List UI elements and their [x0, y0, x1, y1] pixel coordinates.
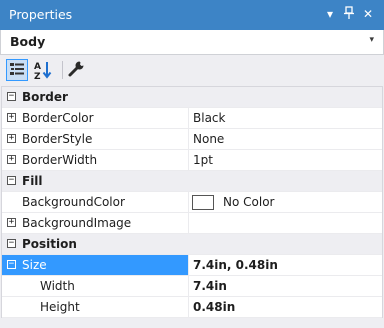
- svg-text:Z: Z: [34, 72, 41, 81]
- expand-icon[interactable]: +: [7, 134, 16, 143]
- collapse-icon[interactable]: −: [7, 176, 16, 185]
- expand-icon[interactable]: +: [7, 155, 16, 164]
- property-name: BorderStyle: [22, 132, 93, 146]
- collapse-icon[interactable]: −: [7, 260, 16, 269]
- expand-icon[interactable]: +: [7, 218, 16, 227]
- column-divider: [188, 213, 189, 234]
- column-divider: [188, 192, 189, 213]
- object-selector-value: Body: [10, 34, 46, 49]
- column-divider: [188, 150, 189, 171]
- property-value[interactable]: None: [193, 132, 224, 146]
- property-row-backgroundimage[interactable]: + BackgroundImage: [2, 213, 382, 234]
- toolbar-separator: [62, 61, 63, 79]
- column-divider: [188, 108, 189, 129]
- column-divider: [188, 255, 189, 276]
- close-icon[interactable]: ✕: [363, 6, 373, 22]
- column-divider: [188, 276, 189, 297]
- property-name: BackgroundColor: [22, 195, 125, 209]
- property-row-borderwidth[interactable]: + BorderWidth 1pt: [2, 150, 382, 171]
- property-value[interactable]: 0.48in: [193, 300, 235, 314]
- wrench-icon: [68, 61, 84, 77]
- category-label: Border: [22, 90, 68, 104]
- property-value[interactable]: 7.4in, 0.48in: [193, 258, 278, 272]
- expand-icon[interactable]: +: [7, 113, 16, 122]
- property-name: Size: [22, 258, 47, 272]
- category-label: Fill: [22, 174, 43, 188]
- property-row-height[interactable]: Height 0.48in: [2, 297, 382, 318]
- pin-icon-svg: [344, 6, 354, 19]
- category-label: Position: [22, 237, 77, 251]
- description-pane-edge: [0, 318, 384, 328]
- property-row-size[interactable]: − Size 7.4in, 0.48in: [2, 255, 382, 276]
- property-grid: − Border + BorderColor Black + BorderSty…: [1, 86, 383, 318]
- property-row-width[interactable]: Width 7.4in: [2, 276, 382, 297]
- property-row-backgroundcolor[interactable]: BackgroundColor No Color: [2, 192, 382, 213]
- column-divider: [188, 129, 189, 150]
- property-value[interactable]: 1pt: [193, 153, 213, 167]
- property-name: BorderColor: [22, 111, 94, 125]
- property-name: BorderWidth: [22, 153, 98, 167]
- color-swatch[interactable]: [192, 195, 214, 210]
- collapse-icon[interactable]: −: [7, 92, 16, 101]
- collapse-icon[interactable]: −: [7, 239, 16, 248]
- category-fill[interactable]: − Fill: [2, 171, 382, 192]
- category-border[interactable]: − Border: [2, 87, 382, 108]
- window-menu-dropdown-icon[interactable]: ▾: [327, 6, 333, 22]
- categorized-button[interactable]: [6, 59, 28, 81]
- object-selector-dropdown[interactable]: Body ▾: [0, 30, 384, 55]
- property-value[interactable]: Black: [193, 111, 225, 125]
- property-row-borderstyle[interactable]: + BorderStyle None: [2, 129, 382, 150]
- window-title: Properties: [9, 7, 73, 22]
- svg-text:A: A: [34, 62, 41, 72]
- property-name: Height: [40, 300, 80, 314]
- property-value[interactable]: No Color: [223, 195, 274, 209]
- properties-title-bar: Properties ▾ ✕: [0, 0, 384, 30]
- alphabetical-button[interactable]: A Z: [32, 59, 54, 82]
- property-name: Width: [40, 279, 75, 293]
- property-pages-button[interactable]: [66, 59, 88, 81]
- category-position[interactable]: − Position: [2, 234, 382, 255]
- pin-icon[interactable]: [343, 6, 355, 24]
- chevron-down-icon: ▾: [369, 35, 374, 45]
- column-divider: [188, 297, 189, 318]
- alphabetical-icon: A Z: [34, 62, 52, 82]
- property-row-bordercolor[interactable]: + BorderColor Black: [2, 108, 382, 129]
- categorized-icon: [10, 63, 24, 75]
- properties-toolbar: A Z: [0, 55, 384, 85]
- property-value[interactable]: 7.4in: [193, 279, 227, 293]
- property-name: BackgroundImage: [22, 216, 132, 230]
